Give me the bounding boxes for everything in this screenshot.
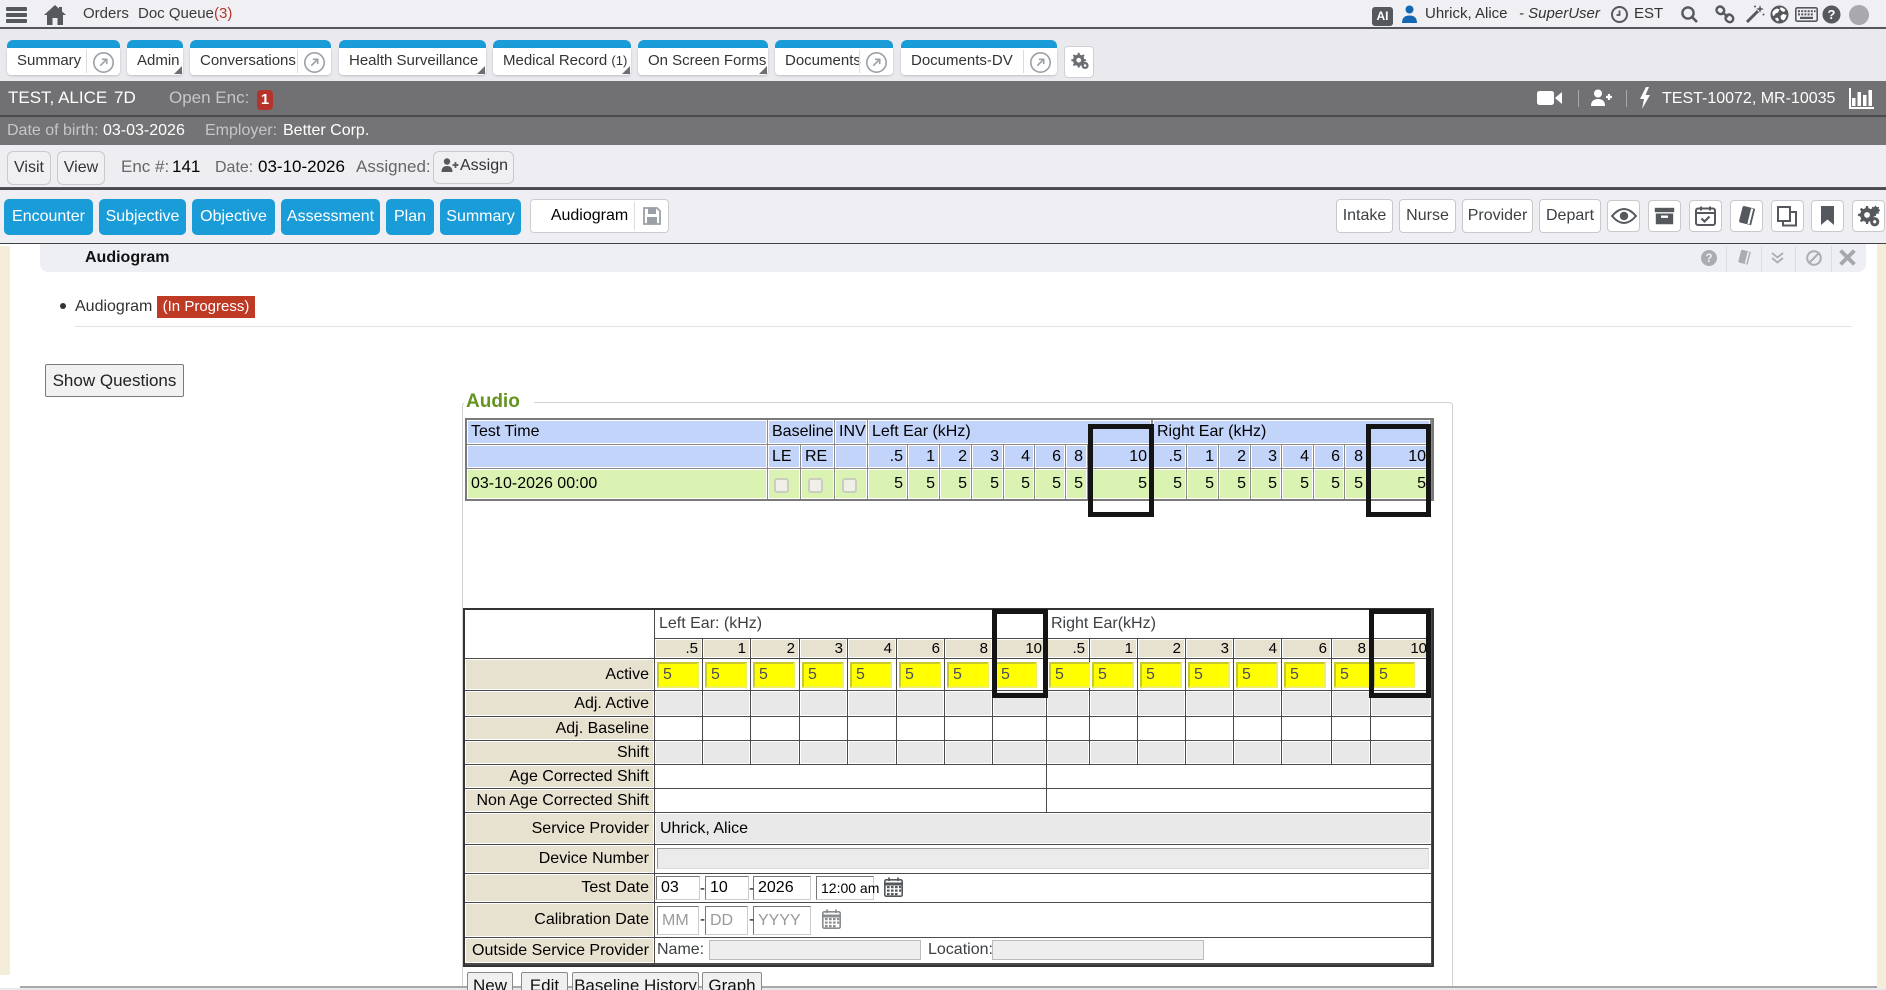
svg-text:?: ? xyxy=(1705,253,1712,265)
svg-text:?: ? xyxy=(1828,7,1836,22)
